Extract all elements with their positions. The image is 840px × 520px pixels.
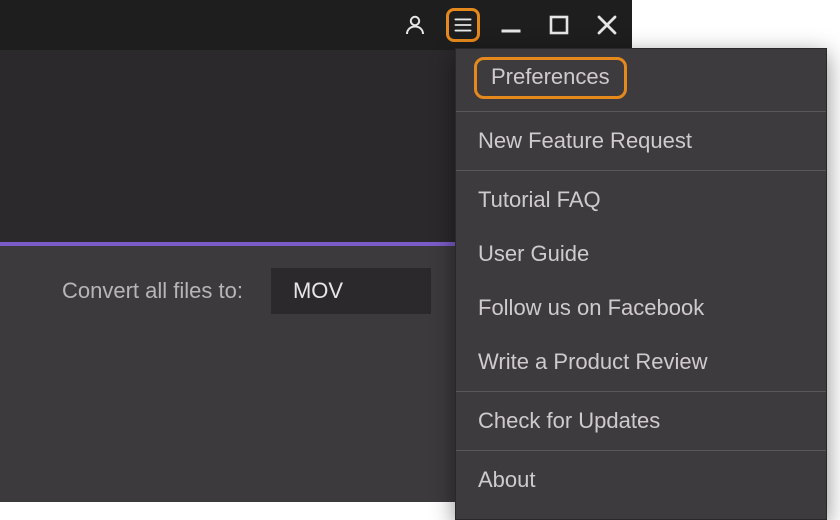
menu-separator — [456, 450, 826, 451]
maximize-button[interactable] — [542, 8, 576, 42]
menu-item-check-updates[interactable]: Check for Updates — [456, 394, 826, 448]
hamburger-menu-button[interactable] — [446, 8, 480, 42]
menu-label: Preferences — [491, 64, 610, 89]
convert-row: Convert all files to: MOV — [62, 268, 431, 314]
menu-item-preferences[interactable]: Preferences — [456, 49, 826, 109]
menu-item-follow-facebook[interactable]: Follow us on Facebook — [456, 281, 826, 335]
main-menu-dropdown: Preferences New Feature Request Tutorial… — [455, 48, 827, 520]
convert-label: Convert all files to: — [62, 278, 243, 304]
close-button[interactable] — [590, 8, 624, 42]
user-icon[interactable] — [398, 8, 432, 42]
menu-separator — [456, 170, 826, 171]
menu-item-new-feature-request[interactable]: New Feature Request — [456, 114, 826, 168]
titlebar — [0, 0, 632, 50]
minimize-button[interactable] — [494, 8, 528, 42]
menu-item-tutorial-faq[interactable]: Tutorial FAQ — [456, 173, 826, 227]
menu-item-about[interactable]: About — [456, 453, 826, 507]
menu-item-write-review[interactable]: Write a Product Review — [456, 335, 826, 389]
menu-item-user-guide[interactable]: User Guide — [456, 227, 826, 281]
output-format-select[interactable]: MOV — [271, 268, 431, 314]
preferences-highlight: Preferences — [474, 57, 627, 99]
menu-separator — [456, 111, 826, 112]
menu-separator — [456, 391, 826, 392]
